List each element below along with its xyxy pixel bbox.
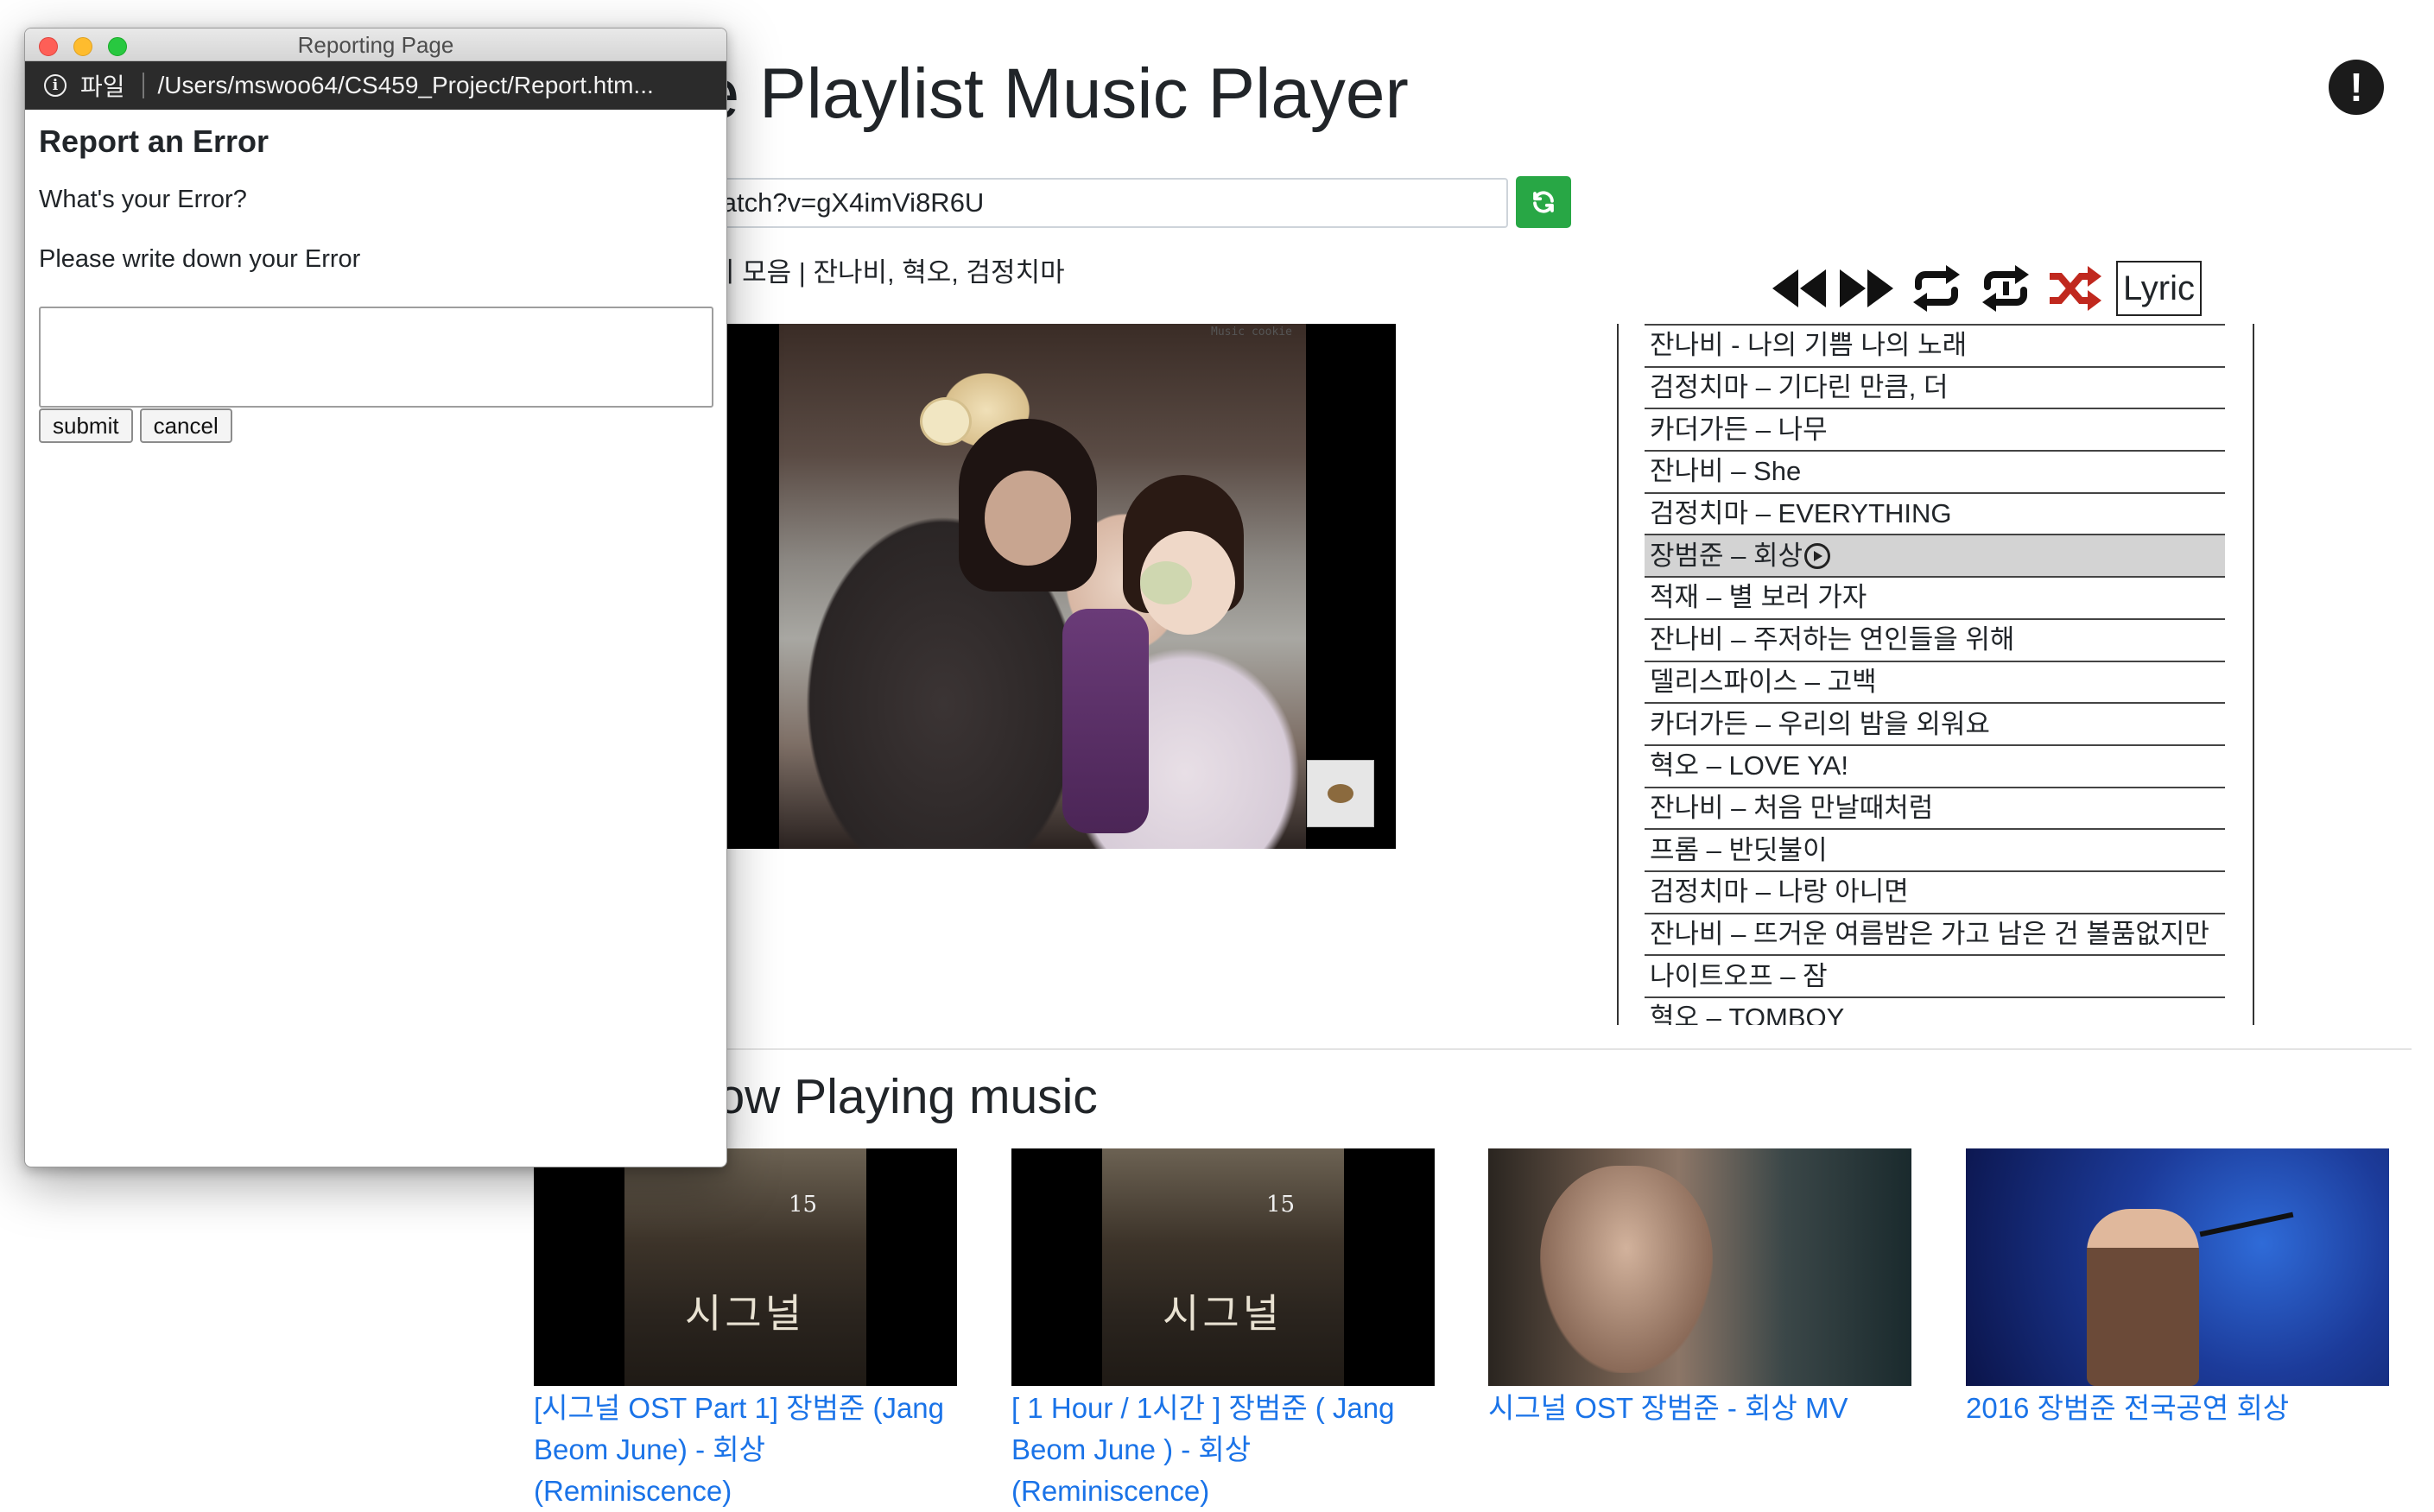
song-list-item[interactable]: 잔나비 – She — [1645, 452, 2225, 494]
video-overlay-tag: Music cookie — [1211, 326, 1292, 338]
related-video-card[interactable]: 15 시그널 [ 1 Hour / 1시간 ] 장범준 ( Jang Beom … — [1011, 1148, 1435, 1512]
song-title: 잔나비 – 주저하는 연인들을 위해 — [1650, 624, 2015, 655]
now-playing-icon — [1804, 542, 1831, 569]
song-list-item[interactable]: 혁오 – TOMBOY — [1645, 998, 2225, 1025]
next-button[interactable] — [1836, 262, 1898, 315]
thumbnail-figure — [2199, 1211, 2294, 1237]
thumbnail-figure — [1540, 1166, 1713, 1373]
submit-button[interactable]: submit — [39, 408, 133, 443]
video-thumbnail[interactable]: 15 시그널 — [1011, 1148, 1435, 1386]
song-list-item[interactable]: 델리스파이스 – 고백 — [1645, 662, 2225, 705]
report-popup-window: Reporting Page i 파일 /Users/mswoo64/CS459… — [24, 28, 727, 1167]
song-list-item[interactable]: 나이트오프 – 잠 — [1645, 956, 2225, 998]
song-list-item[interactable]: 잔나비 - 나의 기쁨 나의 노래 — [1645, 326, 2225, 368]
thumbnail-figure — [2087, 1209, 2199, 1386]
report-heading: Report an Error — [39, 123, 269, 159]
song-list-item[interactable]: 적재 – 별 보러 가자 — [1645, 578, 2225, 620]
video-figure — [1140, 561, 1192, 604]
song-title: 검정치마 – 기다린 만큼, 더 — [1650, 372, 1949, 403]
cancel-button[interactable]: cancel — [139, 408, 232, 443]
song-title: 검정치마 – 나랑 아니면 — [1650, 876, 1909, 908]
song-list-item[interactable]: 카더가든 – 우리의 밤을 외워요 — [1645, 704, 2225, 746]
cookie-icon — [1328, 784, 1353, 803]
song-title: 나이트오프 – 잠 — [1650, 960, 1828, 991]
repeat-one-button[interactable] — [1974, 262, 2037, 315]
section-divider — [553, 1048, 2412, 1050]
song-title: 카더가든 – 우리의 밤을 외워요 — [1650, 708, 1990, 739]
rewind-icon — [1772, 269, 1826, 307]
song-list-item[interactable]: 잔나비 – 주저하는 연인들을 위해 — [1645, 620, 2225, 662]
exclamation-icon: ! — [2349, 65, 2363, 110]
related-video-title[interactable]: 2016 장범준 전국공연 회상 — [1966, 1388, 2389, 1429]
report-question: What's your Error? — [39, 186, 247, 213]
song-list-item[interactable]: 잔나비 – 처음 만날때처럼 — [1645, 788, 2225, 831]
previous-button[interactable] — [1767, 262, 1829, 315]
song-title: 잔나비 – 처음 만날때처럼 — [1650, 792, 1934, 823]
refresh-icon — [1533, 191, 1554, 213]
poster-number: 15 — [1266, 1192, 1296, 1218]
song-title: 검정치마 – EVERYTHING — [1650, 498, 1952, 529]
info-icon[interactable]: i — [44, 74, 67, 97]
song-title: 잔나비 – She — [1650, 456, 1802, 487]
song-title: 적재 – 별 보러 가자 — [1650, 582, 1867, 613]
song-list-item[interactable]: 검정치마 – 나랑 아니면 — [1645, 872, 2225, 914]
lyric-button[interactable]: Lyric — [2116, 261, 2202, 316]
thumbnail-poster: 15 시그널 — [1102, 1148, 1344, 1386]
song-list-item[interactable]: 장범준 – 회상 — [1645, 535, 2225, 579]
song-list-item[interactable]: 검정치마 – 기다린 만큼, 더 — [1645, 368, 2225, 410]
window-titlebar[interactable]: Reporting Page — [25, 28, 726, 61]
related-video-card[interactable]: 시그널 OST 장범준 - 회상 MV — [1488, 1148, 1911, 1429]
video-thumbnail[interactable]: 15 시그널 — [534, 1148, 957, 1386]
song-list-item[interactable]: 카더가든 – 나무 — [1645, 409, 2225, 452]
thumbnail-poster: 15 시그널 — [624, 1148, 866, 1386]
page-title: be Playlist Music Player — [661, 54, 1409, 133]
popup-buttons: submit cancel — [39, 408, 726, 443]
song-title: 잔나비 – 뜨거운 여름밤은 가고 남은 건 볼품없지만 — [1650, 918, 2209, 949]
song-list-item[interactable]: 잔나비 – 뜨거운 여름밤은 가고 남은 건 볼품없지만 — [1645, 914, 2225, 957]
shuffle-button[interactable] — [2044, 262, 2106, 315]
related-video-title[interactable]: 시그널 OST 장범준 - 회상 MV — [1488, 1388, 1911, 1429]
channel-watermark[interactable] — [1307, 760, 1374, 827]
poster-text: 시그널 — [1163, 1290, 1283, 1337]
poster-number: 15 — [789, 1192, 818, 1218]
song-title: 혁오 – TOMBOY — [1650, 1003, 1845, 1025]
related-video-title[interactable]: [시그널 OST Part 1] 장범준 (Jang Beom June) - … — [534, 1388, 957, 1512]
report-instruction: Please write down your Error — [39, 245, 361, 273]
video-figure — [1062, 609, 1149, 833]
shuffle-icon — [2050, 266, 2101, 311]
address-separator — [142, 73, 144, 98]
repeat-button[interactable] — [1905, 262, 1968, 315]
report-error-button[interactable]: ! — [2329, 60, 2384, 115]
error-textarea[interactable] — [39, 307, 713, 408]
address-path[interactable]: /Users/mswoo64/CS459_Project/Report.htm.… — [158, 72, 654, 99]
song-title: 델리스파이스 – 고백 — [1650, 666, 1877, 697]
video-figure — [920, 397, 972, 446]
related-video-title[interactable]: [ 1 Hour / 1시간 ] 장범준 ( Jang Beom June ) … — [1011, 1388, 1435, 1512]
song-list-panel[interactable]: 잔나비 - 나의 기쁨 나의 노래검정치마 – 기다린 만큼, 더카더가든 – … — [1617, 324, 2254, 1025]
song-list-item[interactable]: 프롬 – 반딧불이 — [1645, 830, 2225, 872]
song-list-item[interactable]: 혁오 – LOVE YA! — [1645, 746, 2225, 788]
popup-body: Report an Error What's your Error? Pleas… — [25, 110, 726, 443]
address-bar[interactable]: i 파일 /Users/mswoo64/CS459_Project/Report… — [25, 61, 726, 110]
song-title: 잔나비 - 나의 기쁨 나의 노래 — [1650, 330, 1968, 361]
song-list-item[interactable]: 검정치마 – EVERYTHING — [1645, 494, 2225, 536]
song-list: 잔나비 - 나의 기쁨 나의 노래검정치마 – 기다린 만큼, 더카더가든 – … — [1645, 324, 2225, 1025]
video-figure — [985, 471, 1071, 566]
song-title: 프롬 – 반딧불이 — [1650, 834, 1828, 865]
related-video-card[interactable]: 2016 장범준 전국공연 회상 — [1966, 1148, 2389, 1429]
poster-text: 시그널 — [685, 1290, 805, 1337]
window-title: Reporting Page — [297, 32, 454, 58]
song-title: 카더가든 – 나무 — [1650, 414, 1828, 445]
song-title: 장범준 – 회상 — [1650, 540, 1803, 571]
address-scheme-label: 파일 — [80, 73, 125, 100]
repeat-one-icon — [1982, 265, 2029, 312]
refresh-button[interactable] — [1516, 176, 1571, 228]
related-video-card[interactable]: 15 시그널 [시그널 OST Part 1] 장범준 (Jang Beom J… — [534, 1148, 957, 1512]
fast-forward-icon — [1840, 269, 1893, 307]
song-title: 혁오 – LOVE YA! — [1650, 750, 1848, 781]
player-controls: Lyric — [1767, 259, 2202, 318]
repeat-icon — [1913, 265, 1960, 312]
video-thumbnail[interactable] — [1488, 1148, 1911, 1386]
video-thumbnail[interactable] — [1966, 1148, 2389, 1386]
